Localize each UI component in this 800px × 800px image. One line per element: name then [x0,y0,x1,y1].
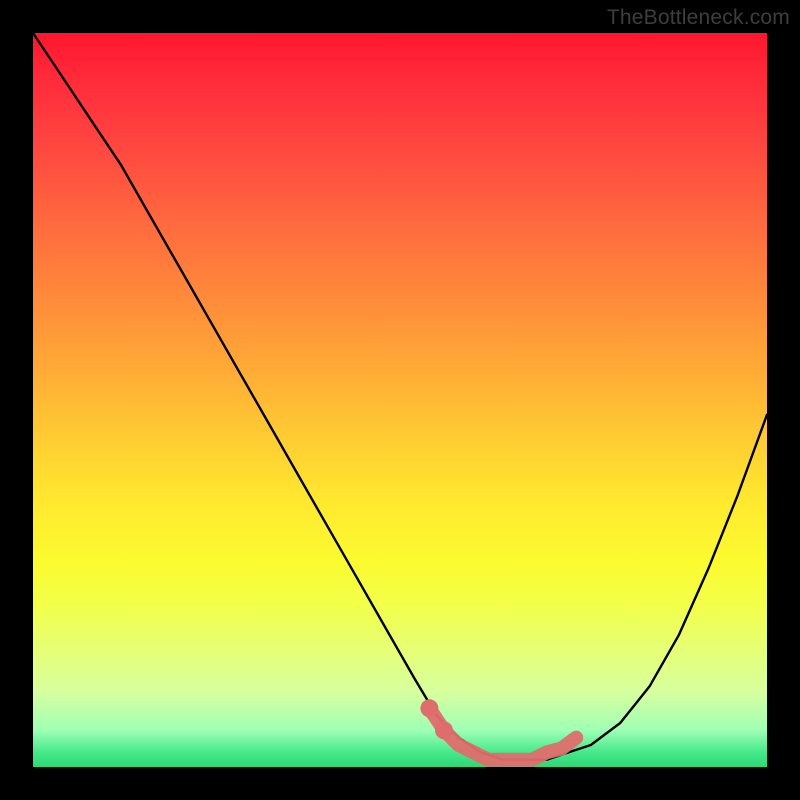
optimal-zone-dot [420,699,438,717]
watermark-text: TheBottleneck.com [607,6,790,30]
plot-area [33,33,767,767]
chart-frame: TheBottleneck.com [0,0,800,800]
optimal-zone-dot [435,721,453,739]
curve-svg [33,33,767,767]
bottleneck-curve [33,33,767,760]
